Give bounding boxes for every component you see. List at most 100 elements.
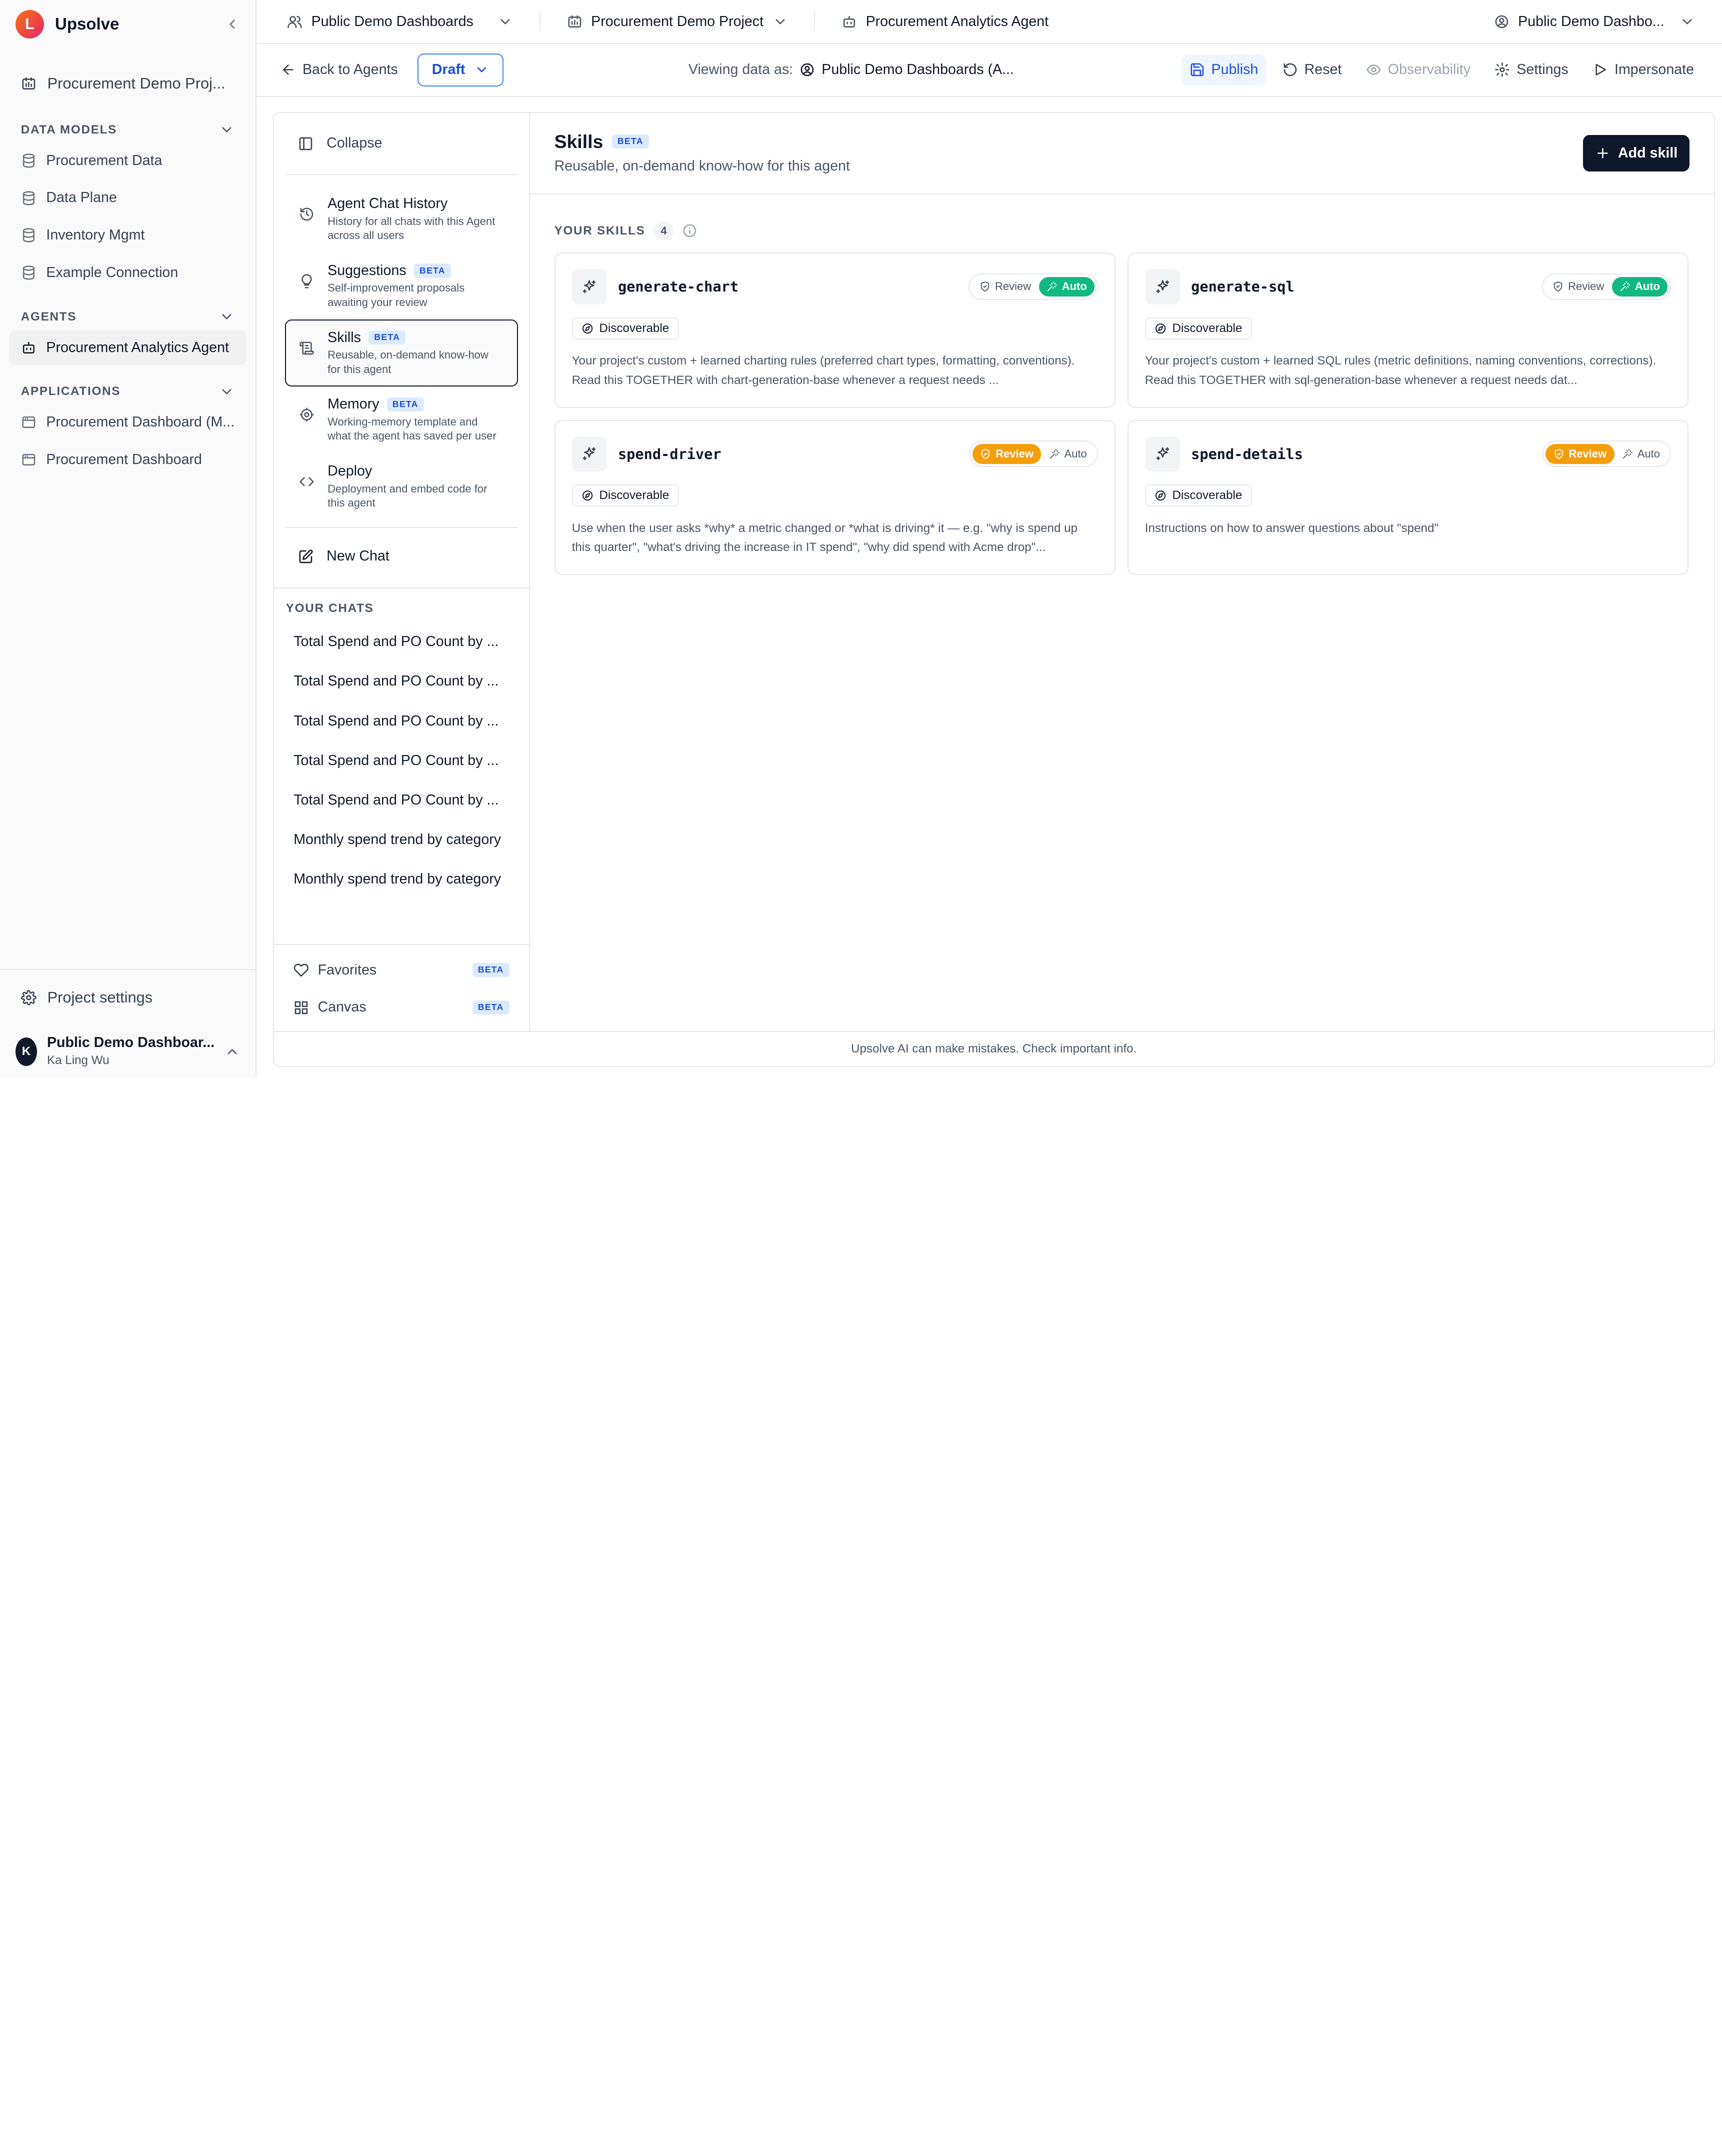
- chat-item[interactable]: Total Spend and PO Count by ...: [274, 662, 530, 701]
- compass-icon: [582, 322, 594, 334]
- account-name: Public Demo Dashbo...: [1518, 13, 1664, 30]
- sidebar-item-example-connection[interactable]: Example Connection: [9, 255, 246, 290]
- section-data-models[interactable]: DATA MODELS: [0, 119, 256, 141]
- sidebar-item-label: Example Connection: [46, 264, 178, 280]
- skill-card-spend-details[interactable]: spend-details Review Auto Discoverable I…: [1127, 420, 1688, 575]
- impersonate-button[interactable]: Impersonate: [1585, 54, 1702, 86]
- page-title: Skills BETA: [554, 131, 850, 152]
- collapse-button[interactable]: Collapse: [284, 113, 518, 175]
- beta-badge: BETA: [472, 962, 510, 978]
- section-applications[interactable]: APPLICATIONS: [0, 380, 256, 402]
- viewing-data-as[interactable]: Viewing data as: Public Demo Dashboards …: [688, 62, 1014, 78]
- chat-item[interactable]: Monthly spend trend by category: [274, 820, 530, 860]
- sidebar-item-procurement-dashboard-m[interactable]: Procurement Dashboard (M...: [9, 404, 246, 440]
- review-option[interactable]: Review: [1546, 444, 1614, 464]
- auto-option[interactable]: Auto: [1038, 276, 1095, 297]
- publish-button[interactable]: Publish: [1182, 54, 1266, 86]
- discoverable-badge: Discoverable: [1144, 484, 1252, 507]
- auto-option[interactable]: Auto: [1614, 444, 1668, 464]
- add-skill-button[interactable]: Add skill: [1582, 135, 1690, 172]
- page-subtitle: Reusable, on-demand know-how for this ag…: [554, 158, 850, 174]
- brand-header: L Upsolve: [0, 0, 256, 48]
- beta-badge: BETA: [414, 264, 451, 278]
- sparkles-icon: [1144, 269, 1180, 304]
- review-option[interactable]: Review: [1545, 277, 1612, 297]
- beta-badge: BETA: [472, 1000, 510, 1015]
- chat-item[interactable]: Total Spend and PO Count by ...: [274, 622, 530, 662]
- history-icon: [299, 206, 314, 222]
- eye-icon: [1366, 62, 1382, 78]
- account-switcher[interactable]: Public Demo Dashbo...: [1494, 14, 1695, 30]
- compass-icon: [582, 490, 594, 502]
- discoverable-badge: Discoverable: [572, 484, 679, 507]
- nav-text: Agent Chat History History for all chats…: [328, 196, 504, 243]
- chevron-down-icon: [219, 309, 234, 324]
- sidebar-item-procurement-data[interactable]: Procurement Data: [9, 143, 246, 178]
- brand-name: Upsolve: [54, 14, 120, 34]
- chat-item[interactable]: Total Spend and PO Count by ...: [274, 702, 530, 741]
- left-sidebar: L Upsolve Procurement Demo Proj... DATA …: [0, 0, 256, 1078]
- canvas-link[interactable]: Canvas BETA: [274, 989, 530, 1026]
- discoverable-label: Discoverable: [1172, 488, 1242, 502]
- review-option[interactable]: Review: [972, 277, 1039, 297]
- new-chat-button[interactable]: New Chat: [274, 534, 530, 578]
- beta-badge: BETA: [386, 397, 424, 412]
- review-option[interactable]: Review: [972, 444, 1042, 464]
- nav-title-text: Deploy: [328, 463, 372, 480]
- beta-badge: BETA: [612, 134, 649, 149]
- collapse-sidebar-icon[interactable]: [224, 16, 240, 32]
- skill-card-generate-chart[interactable]: generate-chart Review Auto Discoverable …: [554, 252, 1116, 408]
- skill-description: Instructions on how to answer questions …: [1144, 521, 1439, 535]
- mode-toggle: Review Auto: [1542, 440, 1671, 468]
- nav-title-text: Suggestions: [328, 262, 406, 278]
- auto-option[interactable]: Auto: [1041, 444, 1094, 464]
- agent-nav-suggestions[interactable]: Suggestions BETA Self-improvement proposa…: [285, 252, 518, 320]
- reset-button[interactable]: Reset: [1274, 54, 1349, 86]
- app-window-icon: [21, 414, 36, 430]
- sidebar-item-procurement-dashboard[interactable]: Procurement Dashboard: [9, 442, 246, 477]
- sparkles-icon: [1144, 436, 1180, 472]
- nav-title: Deploy: [328, 463, 504, 480]
- skill-name: generate-sql: [1191, 278, 1294, 296]
- back-to-agents-link[interactable]: Back to Agents: [280, 62, 398, 78]
- database-icon: [21, 153, 36, 168]
- agent-nav-deploy[interactable]: Deploy Deployment and embed code for thi…: [285, 454, 518, 520]
- agent-nav-chat-history[interactable]: Agent Chat History History for all chats…: [285, 186, 518, 253]
- info-icon[interactable]: [682, 223, 698, 238]
- nav-title-text: Skills: [328, 329, 361, 346]
- chat-item[interactable]: Monthly spend trend by category: [274, 860, 530, 899]
- observability-button[interactable]: Observability: [1358, 54, 1478, 86]
- favorites-label: Favorites: [318, 962, 377, 978]
- agent-nav-memory[interactable]: Memory BETA Working-memory template and w…: [285, 386, 518, 454]
- favorites-link[interactable]: Favorites BETA: [274, 952, 530, 989]
- sidebar-project[interactable]: Procurement Demo Proj...: [0, 64, 256, 104]
- org-switcher[interactable]: Public Demo Dashboards: [287, 14, 513, 30]
- chat-item[interactable]: Total Spend and PO Count by ...: [274, 780, 530, 820]
- skills-heading-group: Skills BETA Reusable, on-demand know-how…: [554, 131, 850, 174]
- sidebar-item-procurement-analytics-agent[interactable]: Procurement Analytics Agent: [8, 330, 246, 366]
- settings-button[interactable]: Settings: [1487, 54, 1576, 86]
- card-header: spend-details Review Auto: [1144, 436, 1671, 472]
- chat-item[interactable]: Total Spend and PO Count by ...: [274, 741, 530, 780]
- user-subtitle: Ka Ling Wu: [46, 1054, 110, 1068]
- section-agents[interactable]: AGENTS: [0, 306, 256, 328]
- shield-check-icon: [1552, 281, 1564, 292]
- agent-nav-skills[interactable]: Skills BETA Reusable, on-demand know-how …: [284, 320, 518, 386]
- canvas-label: Canvas: [318, 999, 366, 1016]
- project-settings-link[interactable]: Project settings: [0, 970, 256, 1025]
- sidebar-item-inventory-mgmt[interactable]: Inventory Mgmt: [9, 218, 246, 253]
- project-switcher[interactable]: Procurement Demo Project: [567, 14, 788, 30]
- skill-card-generate-sql[interactable]: generate-sql Review Auto Discoverable Yo…: [1127, 252, 1688, 408]
- user-menu[interactable]: K Public Demo Dashboar... Ka Ling Wu: [0, 1025, 256, 1078]
- auto-label: Auto: [1637, 447, 1660, 460]
- mode-toggle: Review Auto: [1542, 273, 1671, 300]
- status-dropdown[interactable]: Draft: [418, 53, 504, 86]
- auto-option[interactable]: Auto: [1612, 276, 1668, 297]
- sidebar-item-data-plane[interactable]: Data Plane: [9, 180, 246, 216]
- skill-description: Your project's custom + learned SQL rule…: [1144, 354, 1656, 387]
- skill-card-spend-driver[interactable]: spend-driver Review Auto Discoverable Us…: [554, 420, 1116, 575]
- chevron-down-icon: [474, 62, 490, 78]
- agent-breadcrumb[interactable]: Procurement Analytics Agent: [842, 14, 1048, 30]
- viewing-label: Viewing data as:: [688, 62, 794, 78]
